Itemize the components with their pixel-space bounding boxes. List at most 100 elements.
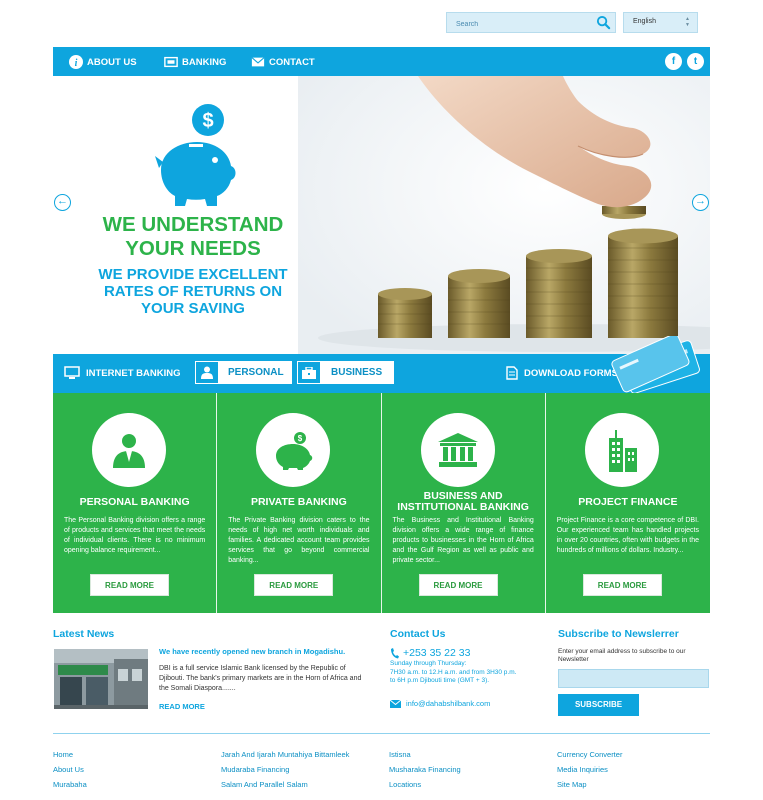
monitor-icon (64, 366, 80, 379)
document-icon (506, 366, 518, 380)
svg-text:$: $ (298, 434, 303, 443)
read-more-button[interactable]: READ MORE (90, 574, 169, 596)
hero-sub-line3: YOUR SAVING (141, 300, 245, 317)
news-headline[interactable]: We have recently opened new branch in Mo… (159, 647, 345, 656)
language-value: English (633, 18, 656, 25)
slider-next-arrow-icon[interactable]: → (692, 194, 709, 211)
latest-news-title: Latest News (53, 628, 115, 640)
footer-link[interactable]: Site Map (557, 777, 622, 792)
nav-contact[interactable]: CONTACT (251, 54, 315, 70)
contact-phone: +253 35 22 33 (390, 647, 470, 659)
hero-subtitle: WE PROVIDE EXCELLENT RATES OF RETURNS ON… (88, 266, 298, 317)
card-description: The Business and Institutional Banking d… (392, 517, 534, 564)
person-icon (195, 361, 219, 384)
banking-tabs-bar: INTERNET BANKING PERSONAL BUSINESS DOWNL… (53, 336, 710, 394)
search-icon[interactable] (596, 15, 611, 30)
footer-link[interactable]: Home (53, 747, 87, 762)
newsletter-email-input[interactable] (558, 669, 709, 688)
card-description: The Personal Banking division offers a r… (64, 517, 206, 554)
nav-about-us[interactable]: i ABOUT US (69, 54, 137, 70)
card-title: PERSONAL BANKING (79, 495, 190, 508)
card-title: PROJECT FINANCE (578, 495, 678, 508)
hero-title-line1: WE UNDERSTAND (102, 213, 284, 236)
card-description: The Private Banking division caters to t… (228, 517, 370, 564)
twitter-icon[interactable]: t (687, 53, 704, 70)
svg-text:$: $ (202, 110, 213, 132)
newsletter-text: Enter your email address to subscribe to… (558, 648, 686, 663)
footer-col-1: Home About Us Murabaha (53, 747, 87, 792)
skyscraper-icon (584, 413, 659, 487)
info-icon: i (69, 55, 83, 69)
tab-personal[interactable]: PERSONAL (195, 361, 292, 384)
footer-link[interactable]: Jarah And Ijarah Muntahiya Bittamleek (221, 747, 349, 762)
briefcase-icon (297, 361, 321, 384)
businessman-icon (92, 413, 166, 487)
footer-divider (53, 733, 710, 734)
money-icon (164, 56, 178, 68)
piggy-bank-icon: $ (256, 413, 331, 487)
read-more-button[interactable]: READ MORE (582, 574, 662, 596)
card-title: BUSINESS AND INSTITUTIONAL BANKING (397, 490, 529, 513)
contact-email[interactable]: info@dahabshilbank.com (390, 699, 490, 708)
svg-text:i: i (75, 58, 78, 69)
main-navbar: i ABOUT US BANKING CONTACT f t (53, 47, 710, 76)
hero-title-line2: YOUR NEEDS (125, 237, 261, 260)
footer-link[interactable]: Istisna (389, 747, 461, 762)
phone-number: +253 35 22 33 (403, 647, 471, 659)
tab-internet-banking[interactable]: INTERNET BANKING (64, 366, 180, 380)
read-more-button[interactable]: READ MORE (418, 574, 498, 596)
footer-col-4: Currency Converter Media Inquiries Site … (557, 747, 622, 792)
tab-personal-label: PERSONAL (228, 367, 284, 378)
phone-icon (391, 647, 399, 658)
nav-about-us-label: ABOUT US (87, 56, 137, 68)
envelope-icon (251, 57, 265, 67)
footer-link[interactable]: Currency Converter (557, 747, 622, 762)
nav-banking-label: BANKING (182, 56, 227, 68)
slider-prev-arrow-icon[interactable]: ← (54, 194, 71, 211)
footer-col-3: Istisna Musharaka Financing Locations (389, 747, 461, 792)
hero-sub-line2: RATES OF RETURNS ON (103, 283, 283, 300)
search-box (446, 12, 616, 34)
tab-business[interactable]: BUSINESS (297, 361, 394, 384)
envelope-icon (390, 699, 401, 708)
card-personal-banking: PERSONAL BANKING The Personal Banking di… (53, 393, 218, 613)
hero-sub-line1: WE PROVIDE EXCELLENT (98, 266, 288, 283)
card-private-banking: $ PRIVATE BANKING The Private Banking di… (217, 393, 382, 613)
hero-title: WE UNDERSTAND YOUR NEEDS (88, 213, 298, 261)
bank-cards-image (611, 336, 700, 394)
footer-link[interactable]: Locations (389, 777, 461, 792)
card-title: PRIVATE BANKING (250, 495, 347, 508)
service-cards: PERSONAL BANKING The Personal Banking di… (53, 393, 710, 613)
search-input[interactable] (447, 15, 587, 34)
read-more-button[interactable]: READ MORE (254, 574, 334, 596)
card-description: Project Finance is a core competence of … (556, 517, 699, 554)
hours-line2: 7H30 a.m. to 12.H a.m. and from 3H30 p.m… (390, 668, 517, 685)
hero-slider: $ WE UNDERSTAND YOUR NEEDS WE PROVIDE EX… (53, 76, 710, 354)
facebook-icon[interactable]: f (665, 53, 682, 70)
hours-line1: Sunday through Thursday: (390, 660, 467, 667)
footer-link[interactable]: Salam And Parallel Salam (221, 777, 349, 792)
contact-us-title: Contact Us (390, 628, 446, 640)
download-forms-label: DOWNLOAD FORMS (524, 367, 618, 379)
nav-banking[interactable]: BANKING (164, 54, 226, 70)
select-arrows-icon: ▲ ▼ (685, 16, 690, 28)
footer-link[interactable]: Murabaha (53, 777, 87, 792)
email-address: info@dahabshilbank.com (406, 699, 491, 708)
bank-building-icon (420, 413, 495, 487)
footer-link[interactable]: About Us (53, 762, 87, 777)
branch-photo[interactable] (54, 649, 148, 709)
contact-hours: Sunday through Thursday: 7H30 a.m. to 12… (390, 660, 520, 686)
news-read-more-link[interactable]: READ MORE (159, 702, 205, 711)
download-forms-link[interactable]: DOWNLOAD FORMS (506, 366, 618, 380)
footer-col-2: Jarah And Ijarah Muntahiya Bittamleek Mu… (221, 747, 349, 792)
language-select[interactable]: English ▲ ▼ (623, 12, 698, 33)
card-business-institutional-banking: BUSINESS AND INSTITUTIONAL BANKING The B… (381, 393, 546, 613)
subscribe-button[interactable]: SUBSCRIBE (558, 694, 639, 716)
coins-hand-photo (298, 76, 710, 354)
tab-business-label: BUSINESS (331, 367, 383, 378)
footer-link[interactable]: Media Inquiries (557, 762, 622, 777)
card-project-finance: PROJECT FINANCE Project Finance is a cor… (545, 393, 710, 613)
piggy-bank-icon: $ (155, 104, 236, 206)
footer-link[interactable]: Mudaraba Financing (221, 762, 349, 777)
footer-link[interactable]: Musharaka Financing (389, 762, 461, 777)
